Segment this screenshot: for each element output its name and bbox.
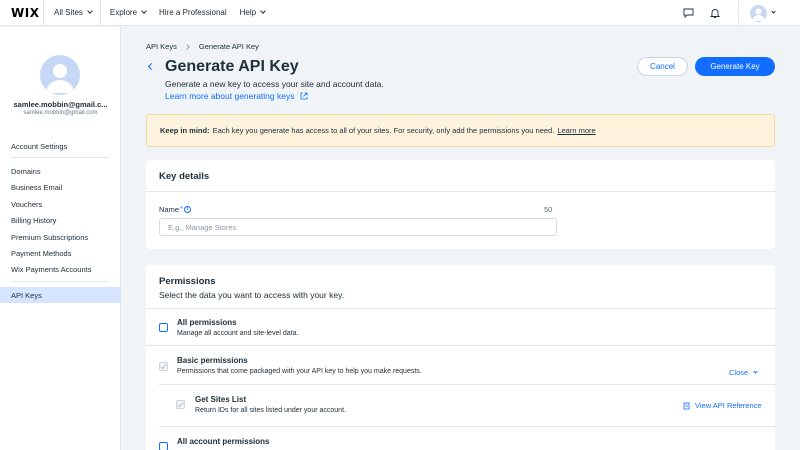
- divider: [99, 0, 101, 26]
- chat-icon[interactable]: [681, 6, 695, 20]
- get-sites-list-checkbox: [176, 400, 185, 409]
- sidebar-item-payment-methods[interactable]: Payment Methods: [0, 245, 121, 261]
- view-api-reference-link[interactable]: View API Reference: [683, 401, 762, 410]
- learn-more-link-label: Learn more about generating keys: [165, 91, 295, 101]
- info-icon[interactable]: i: [183, 206, 191, 213]
- nav-explore[interactable]: Explore: [109, 8, 147, 17]
- breadcrumb-api-keys[interactable]: API Keys: [146, 42, 177, 51]
- all-account-permissions-checkbox[interactable]: [159, 442, 168, 450]
- book-icon: [683, 402, 690, 409]
- external-link-icon: [301, 92, 308, 100]
- chevron-right-icon: [184, 43, 190, 50]
- user-name: samlee.mobbin@gmail.c...: [13, 100, 108, 109]
- top-right-actions: [681, 0, 800, 26]
- notice-learn-more-link[interactable]: Learn more: [557, 126, 595, 135]
- name-label-text: Name: [159, 205, 180, 214]
- avatar: [40, 55, 80, 95]
- basic-permissions-checkbox: [159, 362, 168, 371]
- char-limit: 50: [544, 205, 553, 214]
- close-label: Close: [729, 368, 749, 377]
- nav-help-label: Help: [239, 8, 257, 17]
- learn-more-link[interactable]: Learn more about generating keys: [165, 91, 308, 101]
- chevron-down-icon: [753, 368, 758, 374]
- sidebar-item-account-settings[interactable]: Account Settings: [0, 138, 121, 154]
- page-subtitle: Generate a new key to access your site a…: [165, 79, 384, 89]
- get-sites-list-title: Get Sites List: [195, 395, 247, 404]
- breadcrumb: API Keys Generate API Key: [146, 42, 259, 51]
- chevron-down-icon: [141, 8, 147, 14]
- sidebar-item-domains[interactable]: Domains: [0, 163, 121, 179]
- nav-hire-professional-label: Hire a Professional: [159, 8, 227, 17]
- divider: [146, 345, 775, 346]
- all-permissions-checkbox[interactable]: [159, 323, 168, 332]
- bell-icon[interactable]: [708, 6, 722, 20]
- view-api-reference-label: View API Reference: [695, 401, 762, 410]
- nav-all-sites-label: All Sites: [54, 8, 83, 17]
- name-field-label: Name * i: [159, 205, 191, 214]
- page-title: Generate API Key: [165, 58, 299, 75]
- get-sites-list-desc: Return IDs for all sites listed under yo…: [195, 407, 346, 414]
- key-details-card: Key details Name * i 50: [146, 160, 775, 249]
- name-input[interactable]: [159, 218, 557, 236]
- all-account-permissions-title: All account permissions: [177, 437, 270, 446]
- sidebar-item-wix-payments-accounts[interactable]: Wix Payments Accounts: [0, 261, 121, 277]
- basic-permissions-title: Basic permissions: [177, 356, 248, 365]
- sidebar: samlee.mobbin@gmail.c... samlee.mobbin@g…: [0, 27, 121, 450]
- divider: [738, 0, 739, 26]
- sidebar-item-business-email[interactable]: Business Email: [0, 179, 121, 195]
- permissions-title: Permissions: [159, 276, 216, 287]
- all-permissions-desc: Manage all account and site-level data.: [177, 330, 299, 337]
- nav-hire-professional[interactable]: Hire a Professional: [159, 8, 227, 17]
- wix-logo[interactable]: WIX: [11, 6, 41, 20]
- notice-text: Each key you generate has access to all …: [212, 126, 555, 135]
- all-permissions-title: All permissions: [177, 318, 237, 327]
- back-arrow-icon[interactable]: [146, 62, 156, 72]
- avatar[interactable]: [750, 4, 767, 22]
- chevron-down-icon: [260, 8, 266, 14]
- permissions-card: Permissions Select the data you want to …: [146, 265, 775, 450]
- close-basic-permissions-button[interactable]: Close: [729, 368, 758, 377]
- divider: [11, 281, 109, 282]
- nav-all-sites[interactable]: All Sites: [54, 8, 93, 17]
- nav-help[interactable]: Help: [239, 8, 266, 17]
- divider: [43, 0, 44, 26]
- required-asterisk: *: [180, 206, 183, 213]
- cancel-button[interactable]: Cancel: [637, 57, 688, 76]
- key-details-title: Key details: [159, 171, 210, 182]
- nav-explore-label: Explore: [109, 8, 138, 17]
- breadcrumb-current: Generate API Key: [198, 42, 259, 51]
- divider: [11, 157, 109, 158]
- chevron-down-icon[interactable]: [771, 9, 776, 14]
- chevron-down-icon: [87, 8, 93, 14]
- sidebar-item-billing-history[interactable]: Billing History: [0, 212, 121, 228]
- sidebar-item-vouchers[interactable]: Vouchers: [0, 196, 121, 212]
- divider: [146, 191, 775, 192]
- generate-key-button[interactable]: Generate Key: [695, 57, 775, 76]
- permissions-description: Select the data you want to access with …: [159, 290, 345, 300]
- top-bar: WIX All Sites Explore Hire a Professiona…: [0, 0, 800, 26]
- sidebar-item-premium-subscriptions[interactable]: Premium Subscriptions: [0, 229, 121, 245]
- sidebar-item-api-keys[interactable]: API Keys: [0, 287, 121, 303]
- basic-permissions-desc: Permissions that come packaged with your…: [177, 368, 422, 375]
- notice-label: Keep in mind:: [160, 126, 210, 135]
- keep-in-mind-notice: Keep in mind: Each key you generate has …: [146, 114, 775, 147]
- user-email: samlee.mobbin@gmail.com: [23, 110, 98, 116]
- divider: [146, 308, 775, 309]
